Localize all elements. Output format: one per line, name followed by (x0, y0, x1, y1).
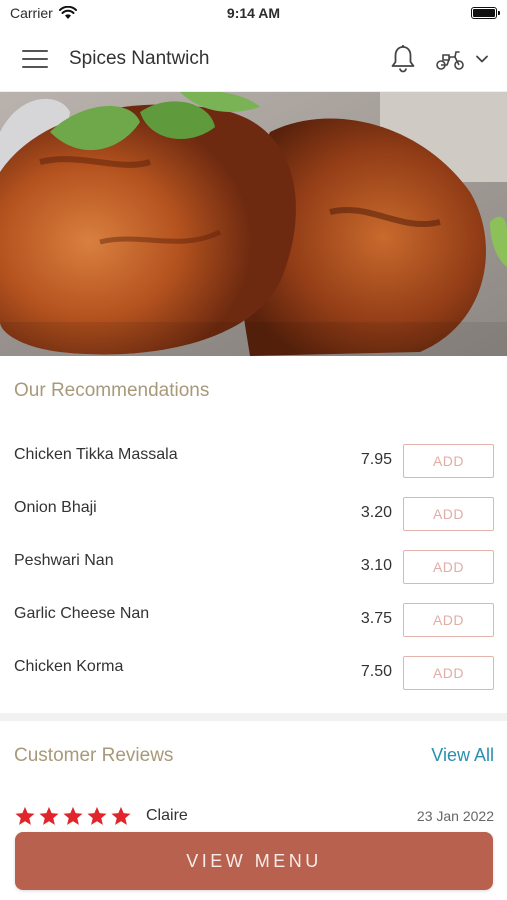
star-icon (39, 806, 59, 825)
carrier-label: Carrier (10, 5, 53, 21)
list-item: Onion Bhaji 3.20 ADD (0, 489, 507, 542)
reviews-title: Customer Reviews (14, 745, 174, 766)
view-all-link[interactable]: View All (431, 745, 494, 766)
star-rating (14, 806, 132, 826)
star-icon (15, 806, 35, 825)
item-name: Peshwari Nan (14, 552, 114, 569)
list-item: Peshwari Nan 3.10 ADD (0, 542, 507, 595)
list-item: Chicken Tikka Massala 7.95 ADD (0, 436, 507, 489)
star-icon (87, 806, 107, 825)
recommendations-title: Our Recommendations (14, 380, 210, 401)
tandoori-chicken-photo (0, 92, 507, 356)
star-icon (111, 806, 131, 825)
menu-icon[interactable] (22, 49, 48, 68)
add-button[interactable]: ADD (403, 497, 494, 531)
add-button[interactable]: ADD (403, 656, 494, 690)
hero-image (0, 92, 507, 356)
app-header: Spices Nantwich (0, 26, 507, 92)
item-price: 3.10 (360, 557, 392, 574)
scooter-icon[interactable] (435, 47, 465, 71)
review-item: Claire 23 Jan 2022 (14, 805, 494, 827)
section-divider (0, 713, 507, 721)
review-date: 23 Jan 2022 (416, 808, 494, 824)
item-price: 7.95 (360, 451, 392, 468)
item-name: Garlic Cheese Nan (14, 605, 150, 622)
star-icon (63, 806, 83, 825)
battery-icon (471, 7, 500, 19)
item-price: 7.50 (360, 663, 392, 680)
add-button[interactable]: ADD (403, 603, 494, 637)
status-bar: Carrier 9:14 AM (0, 0, 507, 26)
list-item: Garlic Cheese Nan 3.75 ADD (0, 595, 507, 648)
item-name: Chicken Korma (14, 658, 124, 675)
restaurant-title: Spices Nantwich (69, 47, 210, 69)
item-price: 3.20 (360, 504, 392, 521)
recommendations-list: Chicken Tikka Massala 7.95 ADD Onion Bha… (0, 436, 507, 701)
add-button[interactable]: ADD (403, 444, 494, 478)
bell-icon[interactable] (389, 44, 417, 74)
list-item: Chicken Korma 7.50 ADD (0, 648, 507, 701)
chevron-down-icon[interactable] (475, 52, 489, 66)
view-menu-button[interactable]: VIEW MENU (15, 832, 493, 890)
item-price: 3.75 (360, 610, 392, 627)
item-name: Chicken Tikka Massala (14, 446, 178, 463)
wifi-icon (58, 6, 77, 19)
status-left: Carrier (10, 5, 77, 21)
reviewer-name: Claire (146, 807, 188, 824)
item-name: Onion Bhaji (14, 499, 97, 516)
add-button[interactable]: ADD (403, 550, 494, 584)
